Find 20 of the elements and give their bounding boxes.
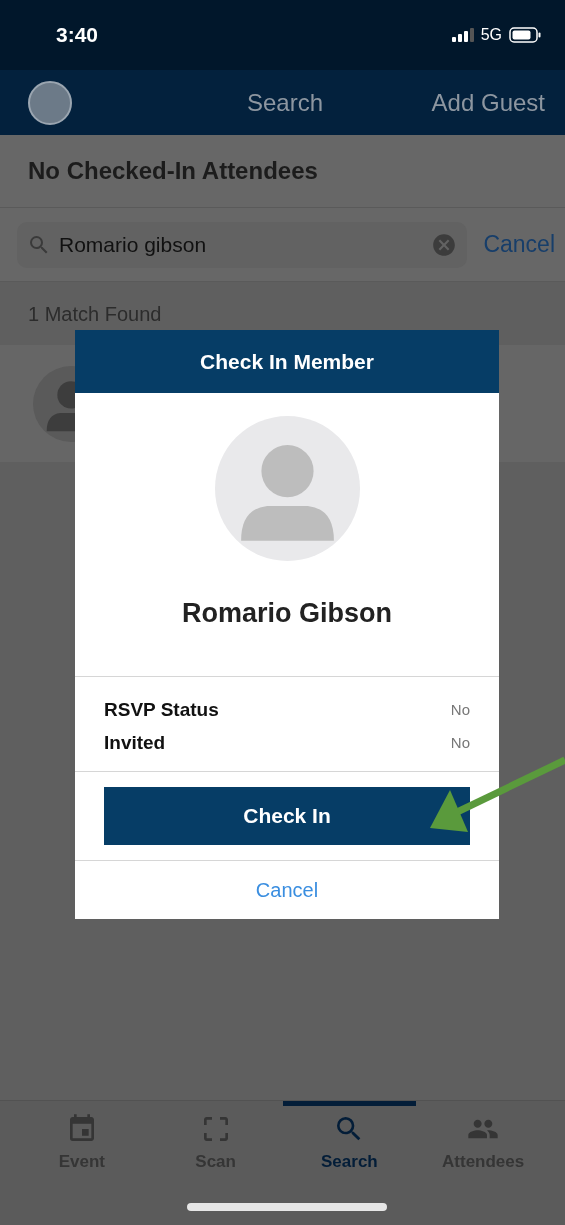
- check-in-button[interactable]: Check In: [104, 787, 470, 845]
- dialog-title: Check In Member: [200, 348, 374, 375]
- search-cancel-button[interactable]: Cancel: [483, 227, 555, 262]
- member-name: Romario Gibson: [182, 597, 392, 630]
- detail-value: No: [450, 700, 470, 720]
- section-heading: No Checked-In Attendees: [28, 156, 318, 186]
- tab-item[interactable]: Search: [282, 1101, 417, 1181]
- search-value: Romario gibson: [59, 231, 208, 258]
- detail-label: RSVP Status: [104, 698, 219, 722]
- detail-label: Invited: [104, 730, 166, 755]
- network-label: 5G: [480, 25, 502, 45]
- dialog-cancel-button[interactable]: Cancel: [255, 875, 319, 905]
- nav-title: Search: [247, 87, 324, 118]
- detail-value: No: [450, 732, 470, 753]
- status-time: 3:40: [56, 22, 99, 49]
- signal-icon: [451, 28, 474, 42]
- search-field[interactable]: Romario gibson: [17, 221, 468, 268]
- battery-icon: [509, 27, 541, 43]
- profile-avatar[interactable]: [28, 80, 72, 125]
- add-guest-button[interactable]: Add Guest: [431, 84, 545, 121]
